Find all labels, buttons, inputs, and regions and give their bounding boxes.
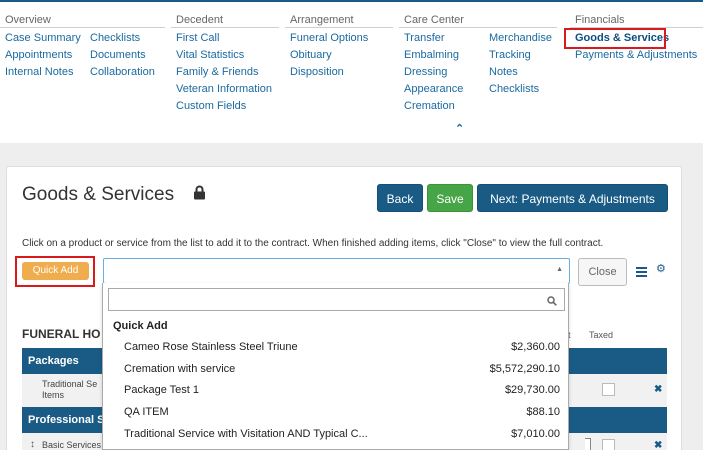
nav-link-goods-services[interactable]: Goods & Services xyxy=(570,30,697,47)
nav-group-overview: Overview Case Summary Appointments Inter… xyxy=(0,13,165,81)
nav-link-case-summary[interactable]: Case Summary xyxy=(0,30,85,47)
nav-link-embalming[interactable]: Embalming xyxy=(399,47,484,64)
save-button[interactable]: Save xyxy=(427,184,473,212)
nav-link-checklists[interactable]: Checklists xyxy=(85,30,155,47)
product-dropdown: Quick Add Cameo Rose Stainless Steel Tri… xyxy=(102,283,569,450)
nav-link-tracking[interactable]: Tracking xyxy=(484,47,552,64)
taxed-checkbox[interactable] xyxy=(602,439,615,450)
nav-link-transfer[interactable]: Transfer xyxy=(399,30,484,47)
nav-link-documents[interactable]: Documents xyxy=(85,47,155,64)
option-name: QA ITEM xyxy=(124,406,169,418)
option-name: Cremation with service xyxy=(124,363,236,375)
nav-link-vital-statistics[interactable]: Vital Statistics xyxy=(171,47,272,64)
nav-group-title: Overview xyxy=(0,13,165,28)
next-payments-adjustments-button[interactable]: Next: Payments & Adjustments xyxy=(477,184,668,212)
nav-link-appearance[interactable]: Appearance xyxy=(399,81,484,98)
list-icon[interactable] xyxy=(636,264,647,282)
page-title: Goods & Services xyxy=(22,184,175,205)
nav-group-decedent: Decedent First Call Vital Statistics Fam… xyxy=(171,13,279,115)
nav-link-payments-adjustments[interactable]: Payments & Adjustments xyxy=(570,47,697,64)
dropdown-option[interactable]: Cameo Rose Stainless Steel Triune $2,360… xyxy=(104,337,568,358)
nav-link-veteran-information[interactable]: Veteran Information xyxy=(171,81,272,98)
instructions-text: Click on a product or service from the l… xyxy=(22,238,604,249)
quick-add-button[interactable]: Quick Add xyxy=(22,262,89,280)
dropdown-group-label: Quick Add xyxy=(113,320,168,332)
option-price: $2,360.00 xyxy=(511,341,560,353)
row-name: Basic Services xyxy=(42,440,102,450)
option-name: Cameo Rose Stainless Steel Triune xyxy=(124,341,298,353)
nav-group-financials: Financials Goods & Services Payments & A… xyxy=(570,13,703,64)
gear-icon[interactable]: ⚙ xyxy=(656,263,666,275)
nav-group-care-center: Care Center Transfer Embalming Dressing … xyxy=(399,13,557,115)
dropdown-option[interactable]: Package Test 1 $29,730.00 xyxy=(104,380,568,401)
nav-group-title: Care Center xyxy=(399,13,557,28)
top-navigation: Overview Case Summary Appointments Inter… xyxy=(0,0,703,143)
remove-icon[interactable]: ✖ xyxy=(654,440,662,450)
taxed-checkbox[interactable] xyxy=(602,383,615,396)
nav-link-disposition[interactable]: Disposition xyxy=(285,64,368,81)
lock-icon xyxy=(193,185,206,205)
column-header-taxed: Taxed xyxy=(589,330,614,340)
nav-link-first-call[interactable]: First Call xyxy=(171,30,272,47)
nav-link-family-friends[interactable]: Family & Friends xyxy=(171,64,272,81)
nav-group-title: Decedent xyxy=(171,13,279,28)
row-name-line: Items xyxy=(42,390,65,400)
nav-link-obituary[interactable]: Obituary xyxy=(285,47,368,64)
nav-link-merchandise[interactable]: Merchandise xyxy=(484,30,552,47)
nav-link-internal-notes[interactable]: Internal Notes xyxy=(0,64,85,81)
nav-top-rule xyxy=(0,0,703,2)
nav-link-checklists-care[interactable]: Checklists xyxy=(484,81,552,98)
option-price: $29,730.00 xyxy=(504,384,560,396)
option-name: Traditional Service with Visitation AND … xyxy=(124,428,368,440)
nav-link-custom-fields[interactable]: Custom Fields xyxy=(171,98,272,115)
nav-group-title: Financials xyxy=(570,13,703,28)
nav-link-collaboration[interactable]: Collaboration xyxy=(85,64,155,81)
chevron-up-icon[interactable]: ⌃ xyxy=(455,122,464,135)
option-price: $7,010.00 xyxy=(511,428,560,440)
row-name-line: Traditional Se xyxy=(42,379,98,389)
nav-link-dressing[interactable]: Dressing xyxy=(399,64,484,81)
option-name: Package Test 1 xyxy=(124,384,200,396)
dropdown-search-input[interactable] xyxy=(108,288,565,311)
back-button[interactable]: Back xyxy=(377,184,423,212)
nav-group-arrangement: Arrangement Funeral Options Obituary Dis… xyxy=(285,13,393,81)
price-input[interactable] xyxy=(585,438,591,450)
option-price: $88.10 xyxy=(526,406,560,418)
dropdown-option[interactable]: QA ITEM $88.10 xyxy=(104,402,568,423)
nav-link-notes[interactable]: Notes xyxy=(484,64,552,81)
nav-link-appointments[interactable]: Appointments xyxy=(0,47,85,64)
search-icon xyxy=(547,293,557,311)
close-button[interactable]: Close xyxy=(578,258,627,286)
remove-icon[interactable]: ✖ xyxy=(654,384,662,395)
nav-link-funeral-options[interactable]: Funeral Options xyxy=(285,30,368,47)
dropdown-arrow-icon: ▲ xyxy=(556,266,563,273)
table-title: FUNERAL HO xyxy=(22,327,101,341)
product-select[interactable]: ▲ xyxy=(103,258,570,284)
nav-group-title: Arrangement xyxy=(285,13,393,28)
option-price: $5,572,290.10 xyxy=(489,363,560,375)
dropdown-option[interactable]: Traditional Service with Visitation AND … xyxy=(104,424,568,445)
nav-link-cremation[interactable]: Cremation xyxy=(399,98,484,115)
dropdown-option[interactable]: Cremation with service $5,572,290.10 xyxy=(104,359,568,380)
drag-handle-icon[interactable]: ↕ xyxy=(30,439,35,450)
